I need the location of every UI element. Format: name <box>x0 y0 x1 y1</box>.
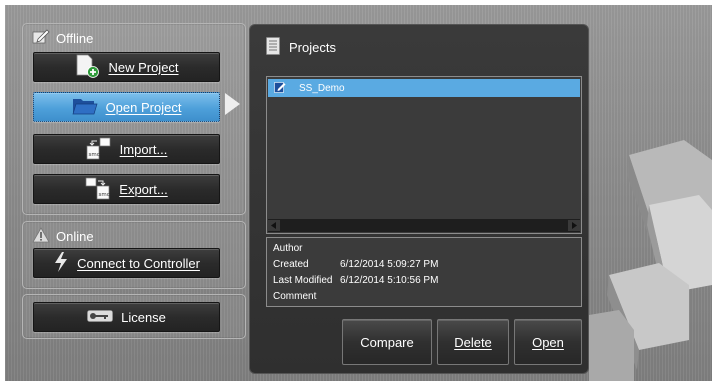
export-button[interactable]: smc Export... <box>33 174 220 204</box>
background-decoration <box>589 115 712 381</box>
online-header: Online <box>32 227 94 246</box>
connect-label: Connect to Controller <box>77 255 200 271</box>
delete-label: Delete <box>454 334 492 350</box>
folder-icon <box>72 96 98 119</box>
created-row: Created 6/12/2014 5:09:27 PM <box>273 259 438 270</box>
online-title: Online <box>56 229 94 244</box>
created-label: Created <box>273 259 309 270</box>
projects-panel: Projects SS_Demo Author Created 6/12/201… <box>249 24 589 374</box>
scroll-right-icon[interactable] <box>568 220 580 231</box>
horizontal-scrollbar[interactable] <box>268 219 580 232</box>
svg-text:smc: smc <box>99 192 110 198</box>
project-details: Author Created 6/12/2014 5:09:27 PM Last… <box>266 237 582 307</box>
open-button[interactable]: Open <box>514 319 582 365</box>
offline-header: Offline <box>32 29 93 48</box>
lightning-icon <box>53 251 69 276</box>
online-group: Online Connect to Controller <box>22 221 246 289</box>
new-project-icon <box>74 54 100 81</box>
open-project-label: Open Project <box>105 99 182 115</box>
compare-button[interactable]: Compare <box>342 319 432 365</box>
projects-title: Projects <box>289 40 336 55</box>
projects-list[interactable]: SS_Demo <box>266 76 582 234</box>
modified-label: Last Modified <box>273 275 333 286</box>
open-label: Open <box>532 334 564 350</box>
import-label: Import... <box>119 141 168 157</box>
new-project-button[interactable]: New Project <box>33 52 220 82</box>
comment-label: Comment <box>273 291 317 302</box>
svg-text:smc: smc <box>88 152 99 158</box>
license-button[interactable]: License <box>33 302 220 332</box>
delete-button[interactable]: Delete <box>437 319 509 365</box>
project-file-icon <box>274 81 286 96</box>
project-name: SS_Demo <box>299 82 345 94</box>
created-value: 6/12/2014 5:09:27 PM <box>340 259 439 270</box>
export-icon: smc <box>85 176 111 203</box>
scroll-left-icon[interactable] <box>268 220 280 231</box>
new-project-label: New Project <box>108 59 179 75</box>
list-item[interactable]: SS_Demo <box>268 79 580 97</box>
main-window: Offline New Project Open Project smc Imp… <box>5 5 712 381</box>
license-label: License <box>121 309 166 325</box>
modified-value: 6/12/2014 5:10:56 PM <box>340 275 439 286</box>
comment-row: Comment <box>273 291 340 302</box>
connect-to-controller-button[interactable]: Connect to Controller <box>33 248 220 278</box>
import-icon: smc <box>86 136 112 163</box>
projects-list-icon <box>266 37 280 58</box>
import-button[interactable]: smc Import... <box>33 134 220 164</box>
offline-title: Offline <box>56 31 94 46</box>
projects-header: Projects <box>266 37 336 58</box>
compare-label: Compare <box>360 334 414 350</box>
selection-arrow <box>225 93 240 115</box>
author-row: Author <box>273 243 340 254</box>
export-label: Export... <box>119 181 168 197</box>
author-label: Author <box>273 243 303 254</box>
key-icon <box>87 309 113 325</box>
offline-group: Offline New Project Open Project smc Imp… <box>22 23 246 215</box>
open-project-button[interactable]: Open Project <box>33 92 220 122</box>
warning-icon <box>32 227 50 246</box>
edit-icon <box>32 29 50 48</box>
modified-row: Last Modified 6/12/2014 5:10:56 PM <box>273 275 438 286</box>
license-group: License <box>22 294 246 339</box>
